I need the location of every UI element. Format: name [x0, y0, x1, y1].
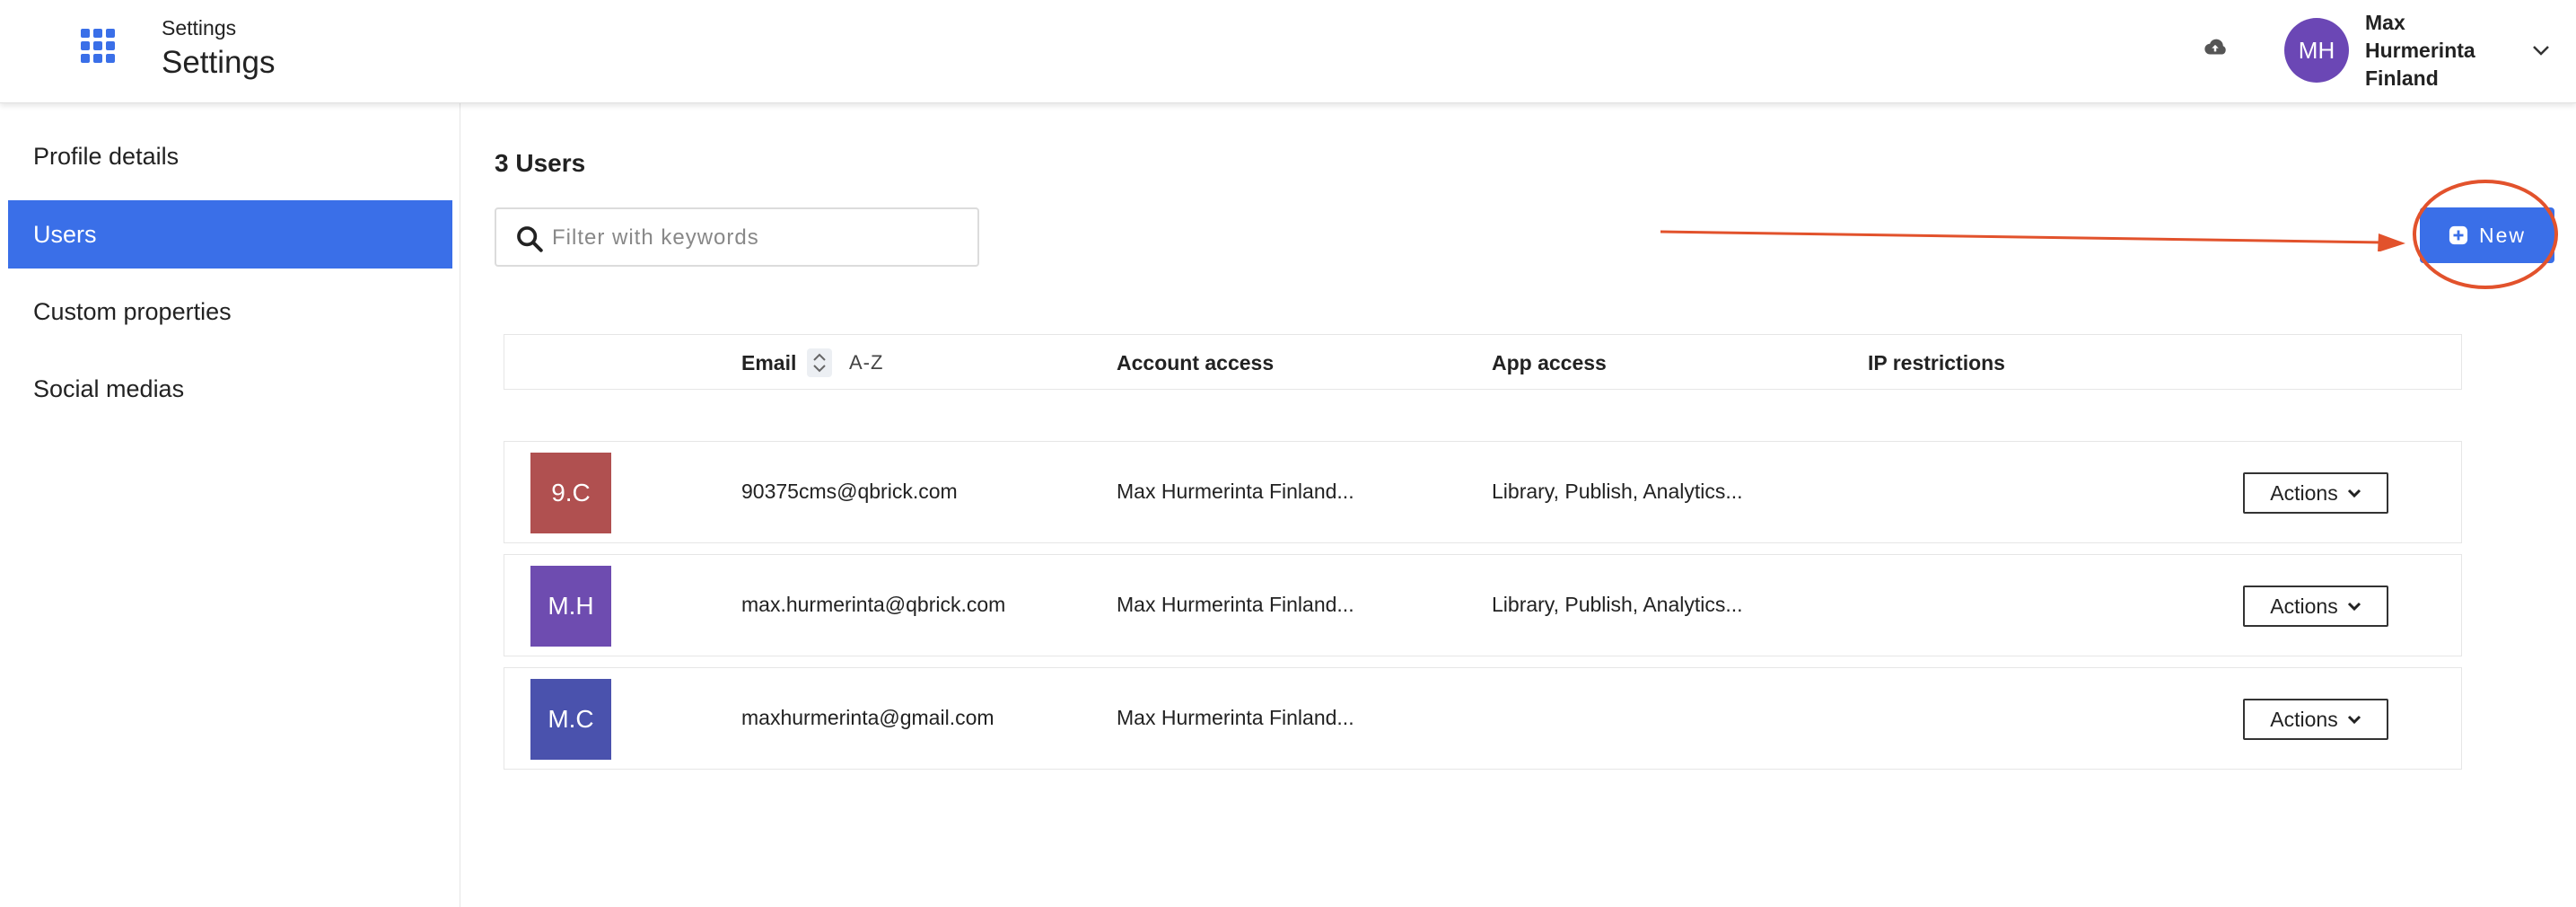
search-input[interactable] — [552, 218, 965, 258]
actions-button[interactable]: Actions — [2243, 699, 2388, 740]
cell-email: maxhurmerinta@gmail.com — [741, 706, 994, 729]
column-header-email[interactable]: Email — [741, 351, 796, 375]
chevron-down-icon — [2347, 602, 2361, 612]
row-avatar: 9.C — [530, 453, 611, 533]
table-row: M.C maxhurmerinta@gmail.com Max Hurmerin… — [504, 667, 2462, 770]
cell-account-access: Max Hurmerinta Finland... — [1117, 706, 1354, 729]
cloud-upload-icon[interactable] — [2202, 34, 2229, 61]
chevron-down-icon — [2347, 715, 2361, 725]
actions-label: Actions — [2270, 480, 2338, 505]
sidebar-item-profile-details[interactable]: Profile details — [8, 122, 452, 190]
sidebar-item-custom-properties[interactable]: Custom properties — [8, 277, 452, 346]
cell-email: max.hurmerinta@qbrick.com — [741, 593, 1006, 616]
row-avatar: M.C — [530, 679, 611, 760]
column-header-account-access: Account access — [1117, 351, 1275, 374]
sidebar-item-social-medias[interactable]: Social medias — [8, 355, 452, 423]
table-row: 9.C 90375cms@qbrick.com Max Hurmerinta F… — [504, 441, 2462, 543]
cell-account-access: Max Hurmerinta Finland... — [1117, 480, 1354, 503]
table-row: M.H max.hurmerinta@qbrick.com Max Hurmer… — [504, 554, 2462, 656]
top-header: Settings Settings MH Max Hurmerinta Finl… — [0, 0, 2576, 103]
user-avatar[interactable]: MH — [2284, 18, 2349, 83]
column-header-ip-restrictions: IP restrictions — [1868, 351, 2005, 374]
new-button-label: New — [2478, 223, 2526, 247]
user-name-line: Hurmerinta — [2365, 39, 2475, 62]
actions-button[interactable]: Actions — [2243, 472, 2388, 514]
users-count: 3 Users — [495, 149, 586, 177]
sort-icon[interactable] — [807, 348, 832, 377]
actions-button[interactable]: Actions — [2243, 586, 2388, 627]
chevron-down-icon — [2347, 489, 2361, 498]
actions-label: Actions — [2270, 594, 2338, 618]
breadcrumb: Settings — [162, 16, 237, 40]
chevron-down-icon[interactable] — [2528, 40, 2554, 61]
user-name-line: Max — [2365, 11, 2405, 34]
actions-label: Actions — [2270, 707, 2338, 731]
table-header: Email A-Z Account access App access IP r… — [504, 334, 2462, 390]
user-name[interactable]: Max Hurmerinta Finland — [2365, 9, 2509, 92]
cell-app-access: Library, Publish, Analytics... — [1492, 593, 1743, 616]
column-header-app-access: App access — [1492, 351, 1607, 374]
search-icon — [517, 226, 543, 252]
sidebar-item-users[interactable]: Users — [8, 200, 452, 269]
plus-circle-icon — [2449, 225, 2468, 245]
search-box[interactable] — [495, 207, 979, 267]
annotation-arrow — [1660, 230, 2405, 251]
apps-grid-icon[interactable] — [81, 29, 115, 63]
cell-email: 90375cms@qbrick.com — [741, 480, 958, 503]
new-user-button[interactable]: New — [2420, 207, 2554, 263]
row-avatar: M.H — [530, 566, 611, 647]
cell-account-access: Max Hurmerinta Finland... — [1117, 593, 1354, 616]
cell-app-access: Library, Publish, Analytics... — [1492, 480, 1743, 503]
user-name-line: Finland — [2365, 66, 2439, 90]
sort-label[interactable]: A-Z — [849, 351, 883, 374]
page-title: Settings — [162, 45, 276, 80]
